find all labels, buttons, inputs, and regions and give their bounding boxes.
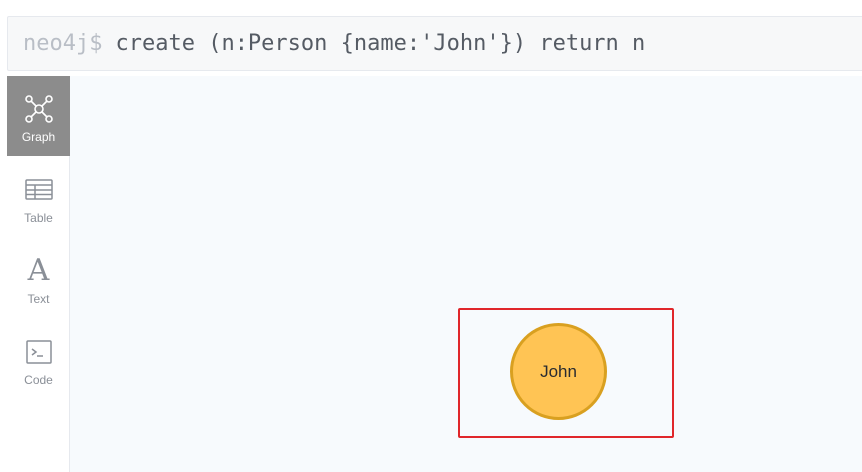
- graph-node-person[interactable]: John: [510, 323, 607, 420]
- tab-graph-label: Graph: [21, 130, 56, 144]
- node-caption: John: [540, 361, 577, 381]
- tab-table[interactable]: Table: [7, 157, 70, 237]
- query-editor[interactable]: neo4j$ create (n:Person {name:'John'}) r…: [7, 16, 862, 71]
- tab-table-label: Table: [24, 211, 53, 225]
- view-sidebar: Graph Table A Text Code: [7, 76, 70, 472]
- tab-text[interactable]: A Text: [7, 238, 70, 318]
- tab-graph[interactable]: Graph: [7, 76, 70, 156]
- tab-text-label: Text: [27, 292, 50, 306]
- graph-icon: [24, 95, 53, 123]
- result-panel: Graph Table A Text Code John: [7, 76, 862, 472]
- graph-canvas[interactable]: John: [70, 76, 862, 472]
- table-icon: [24, 179, 53, 200]
- result-frame: neo4j$ create (n:Person {name:'John'}) r…: [0, 0, 862, 472]
- query-text[interactable]: create (n:Person {name:'John'}) return n: [115, 31, 645, 56]
- editor-prompt: neo4j$: [23, 31, 103, 56]
- tab-code[interactable]: Code: [7, 319, 70, 399]
- text-icon: A: [27, 253, 50, 288]
- tab-code-label: Code: [24, 373, 53, 387]
- code-icon: [25, 340, 52, 364]
